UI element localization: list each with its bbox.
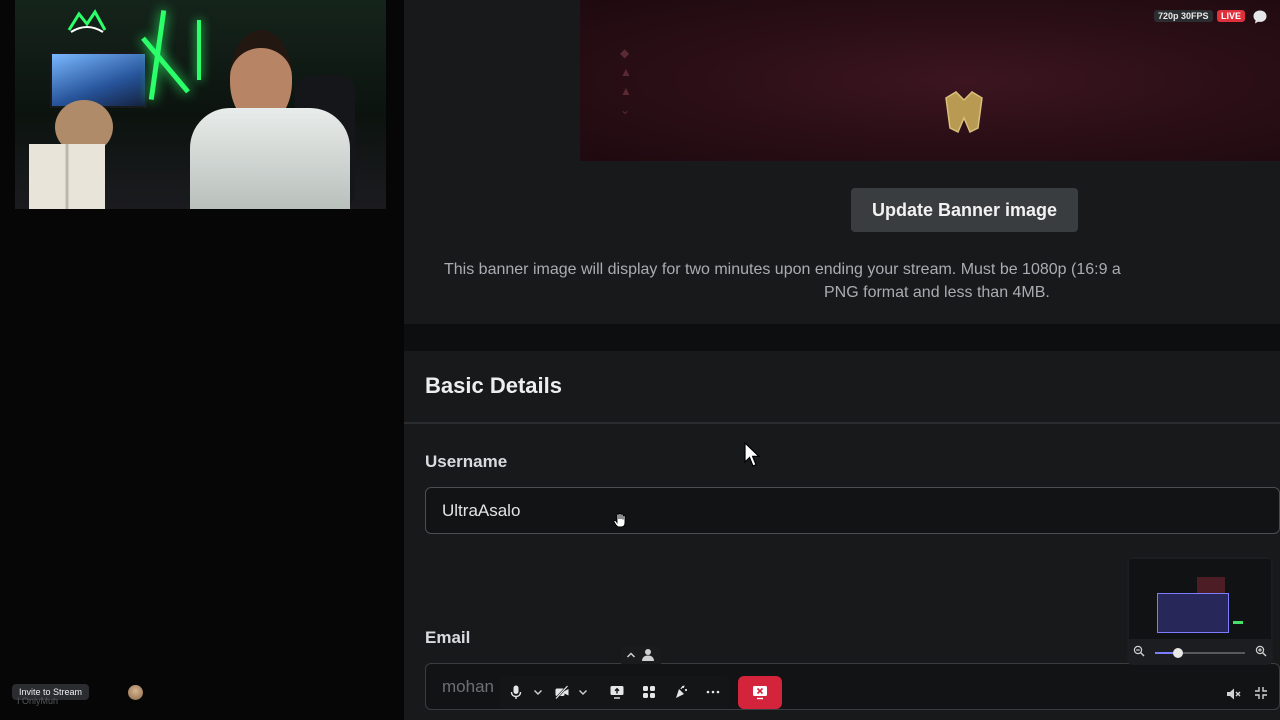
update-banner-button[interactable]: Update Banner image: [851, 188, 1078, 232]
banner-image-preview: ◆ ▲ ▲ ⌄: [580, 0, 1280, 161]
section-divider: [404, 422, 1280, 424]
hand-cursor-icon: [613, 513, 626, 528]
banner-help-text: This banner image will display for two m…: [444, 258, 1280, 304]
banner-section: ◆ ▲ ▲ ⌄ Update Banner image This banner ima…: [404, 0, 1280, 324]
stream-preview-minimap[interactable]: [1127, 557, 1273, 665]
username-label: Username: [425, 452, 508, 471]
participants-icon: [642, 649, 654, 661]
expand-controls-tab[interactable]: [621, 646, 661, 664]
email-label: Email: [425, 628, 471, 647]
streamer-logo-icon: [67, 9, 107, 33]
preview-screen: [1129, 559, 1271, 639]
stream-quality-badge: 720p 30FPS: [1154, 10, 1213, 22]
banner-help-line-1: This banner image will display for two m…: [444, 261, 1121, 278]
streamer-shirt: [190, 108, 350, 209]
more-icon[interactable]: [705, 684, 721, 700]
apps-icon[interactable]: [641, 684, 657, 700]
screen-share-icon[interactable]: [609, 684, 625, 700]
banner-decoration: ◆ ▲ ▲ ⌄: [620, 46, 632, 117]
effects-icon[interactable]: [673, 684, 689, 700]
end-stream-button[interactable]: [738, 676, 782, 709]
stream-control-bar: [500, 676, 730, 709]
end-stream-icon: [753, 686, 767, 700]
chevron-up-icon: [626, 652, 636, 658]
section-title: Basic Details: [425, 373, 562, 398]
zoom-in-icon[interactable]: [1255, 645, 1267, 657]
preview-banner: [1197, 577, 1225, 593]
zoom-slider-thumb[interactable]: [1172, 648, 1183, 658]
webcam-streamer: [190, 30, 350, 209]
avatar[interactable]: [128, 685, 143, 700]
username-input[interactable]: [425, 487, 1280, 534]
chevron-down-icon[interactable]: [575, 684, 591, 700]
chevron-down-icon[interactable]: [530, 684, 546, 700]
viewer-name: I OnlyMuh: [17, 696, 59, 706]
live-badge: LIVE: [1217, 10, 1246, 22]
webcam-monitor: [50, 52, 147, 108]
webcam-boxes: [29, 144, 105, 209]
collapse-icon[interactable]: [1254, 686, 1268, 700]
mouse-cursor-icon: [744, 442, 761, 467]
zoom-slider[interactable]: [1155, 648, 1245, 658]
preview-viewport[interactable]: [1157, 593, 1229, 633]
chat-icon[interactable]: [1252, 9, 1268, 25]
microphone-icon[interactable]: [508, 684, 524, 700]
webcam-neon-light: [141, 36, 190, 94]
webcam-feed: [15, 0, 386, 209]
preview-indicator: [1233, 621, 1243, 624]
mute-icon[interactable]: [1225, 686, 1241, 702]
zoom-out-icon[interactable]: [1133, 645, 1145, 657]
banner-help-line-2: PNG format and less than 4MB.: [824, 284, 1050, 301]
camera-off-icon[interactable]: [554, 684, 570, 700]
banner-logo-icon: [945, 91, 983, 134]
